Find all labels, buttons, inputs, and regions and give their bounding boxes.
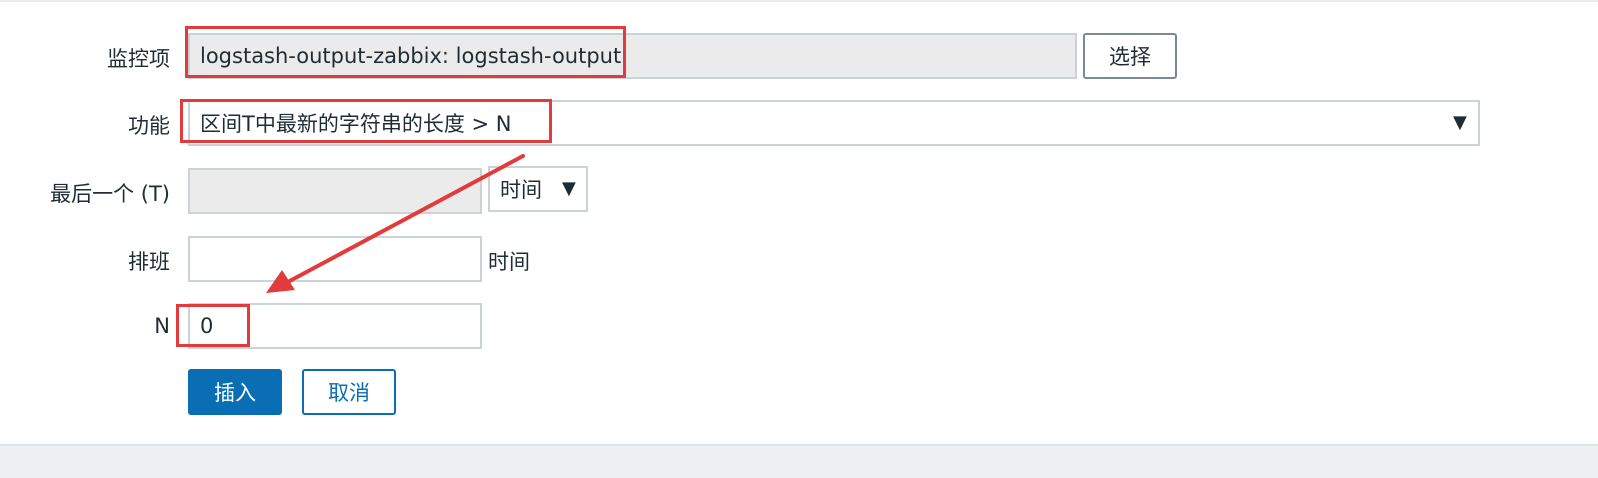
- cancel-button[interactable]: 取消: [302, 369, 396, 415]
- select-button[interactable]: 选择: [1083, 33, 1177, 79]
- n-label: N: [154, 314, 170, 338]
- function-label: 功能: [128, 114, 170, 138]
- item-field[interactable]: logstash-output-zabbix: logstash-output: [188, 33, 1077, 79]
- function-dropdown-icon[interactable]: ▼: [1453, 112, 1467, 133]
- shift-input[interactable]: [188, 236, 482, 282]
- n-input[interactable]: 0: [188, 303, 482, 349]
- item-label: 监控项: [107, 47, 170, 71]
- shift-label: 排班: [128, 250, 170, 274]
- n-value: 0: [200, 314, 214, 338]
- last-unit-dropdown-icon[interactable]: ▼: [562, 178, 576, 199]
- last-input[interactable]: [188, 168, 482, 214]
- shift-unit: 时间: [488, 250, 530, 274]
- item-value: logstash-output-zabbix: logstash-output: [200, 44, 622, 68]
- last-unit-value: 时间: [500, 178, 542, 202]
- top-divider: [0, 0, 1598, 2]
- footer-band: [0, 444, 1598, 478]
- function-select[interactable]: 区间T中最新的字符串的长度 > N: [188, 100, 1480, 146]
- last-label: 最后一个 (T): [50, 182, 170, 206]
- function-value: 区间T中最新的字符串的长度 > N: [200, 112, 512, 136]
- insert-button[interactable]: 插入: [188, 369, 282, 415]
